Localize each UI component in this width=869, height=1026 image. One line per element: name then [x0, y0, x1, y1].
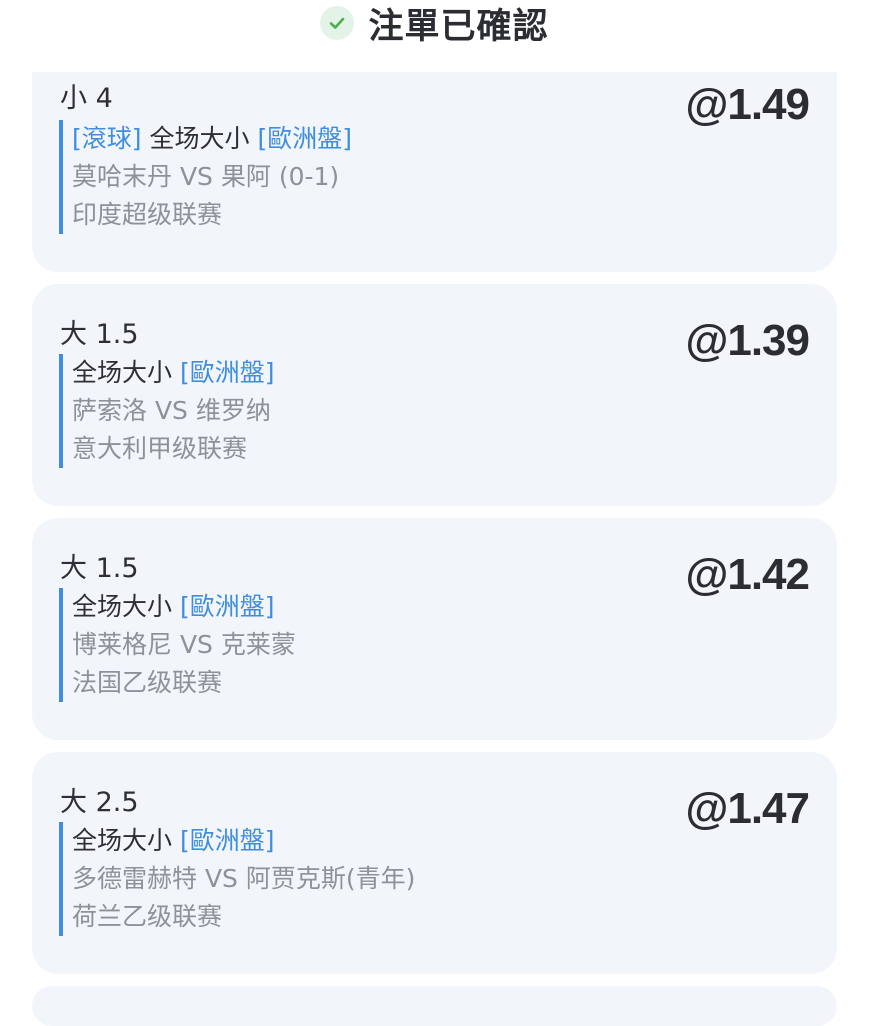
bet-selection: 大 1.5 — [60, 319, 139, 350]
bet-detail: 全场大小 [歐洲盤] 多德雷赫特 VS 阿贾克斯(青年) 荷兰乙级联赛 — [59, 822, 415, 936]
teams: 莫哈末丹 VS 果阿 — [72, 162, 271, 191]
market-line: 全场大小 [歐洲盤] — [72, 588, 296, 626]
confirmation-header: 注單已確認 — [0, 0, 869, 72]
league: 法国乙级联赛 — [72, 668, 223, 697]
bet-odds: @1.47 — [685, 784, 810, 833]
bet-selection: 大 2.5 — [60, 787, 139, 818]
bet-odds: @1.42 — [685, 550, 810, 599]
bet-selection: 小 4 — [60, 83, 113, 114]
league: 印度超级联赛 — [72, 200, 223, 229]
page-title: 注單已確認 — [368, 6, 549, 47]
league: 荷兰乙级联赛 — [72, 902, 223, 931]
market-tag: [歐洲盤] — [257, 124, 352, 153]
market-line: [滾球] 全场大小 [歐洲盤] — [72, 120, 352, 158]
bet-card[interactable]: 大 1.5 @1.42 全场大小 [歐洲盤] 博莱格尼 VS 克莱蒙 法国乙级联… — [32, 518, 837, 740]
market-name: 全场大小 — [72, 358, 173, 387]
bet-detail: 全场大小 [歐洲盤] 萨索洛 VS 维罗纳 意大利甲级联赛 — [59, 354, 274, 468]
market-line: 全场大小 [歐洲盤] — [72, 354, 274, 392]
market-name: 全场大小 — [72, 592, 173, 621]
market-tag: [歐洲盤] — [179, 826, 275, 855]
teams: 萨索洛 VS 维罗纳 — [72, 396, 271, 425]
market-tag: [歐洲盤] — [179, 592, 275, 621]
bet-detail: 全场大小 [歐洲盤] 博莱格尼 VS 克莱蒙 法国乙级联赛 — [59, 588, 296, 702]
check-circle-icon — [320, 6, 355, 40]
bet-odds: @1.49 — [685, 80, 810, 129]
score: (0-1) — [278, 162, 340, 191]
market-name: 全场大小 — [149, 124, 250, 153]
league: 意大利甲级联赛 — [72, 434, 248, 463]
teams: 多德雷赫特 VS 阿贾克斯(青年) — [72, 864, 416, 893]
teams: 博莱格尼 VS 克莱蒙 — [72, 630, 296, 659]
bet-card[interactable]: 大 1.5 @1.39 全场大小 [歐洲盤] 萨索洛 VS 维罗纳 意大利甲级联… — [32, 284, 837, 506]
market-name: 全场大小 — [72, 826, 173, 855]
market-line: 全场大小 [歐洲盤] — [72, 822, 415, 860]
bet-card-partial[interactable] — [32, 986, 837, 1026]
bet-odds: @1.39 — [685, 316, 810, 365]
teams-line: 莫哈末丹 VS 果阿 (0-1) — [72, 158, 352, 196]
bet-detail: [滾球] 全场大小 [歐洲盤] 莫哈末丹 VS 果阿 (0-1) 印度超级联赛 — [59, 120, 352, 234]
market-tag: [歐洲盤] — [179, 358, 275, 387]
bet-selection: 大 1.5 — [60, 553, 139, 584]
live-tag: [滾球] — [72, 124, 142, 153]
bet-card[interactable]: 大 2.5 @1.47 全场大小 [歐洲盤] 多德雷赫特 VS 阿贾克斯(青年)… — [32, 752, 837, 974]
